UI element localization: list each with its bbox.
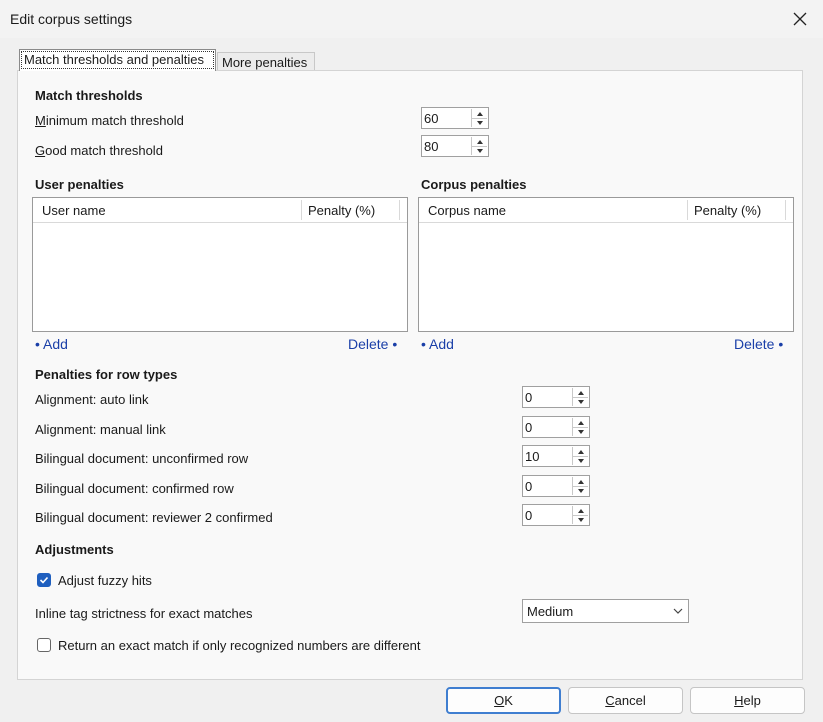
list-header: Corpus name Penalty (%) <box>419 198 793 223</box>
corpus-penalties-heading: Corpus penalties <box>421 177 527 192</box>
cancel-button[interactable]: Cancel <box>568 687 683 714</box>
tab-more-penalties[interactable]: More penalties <box>217 52 315 71</box>
close-button[interactable] <box>789 8 811 30</box>
adjustments-heading: Adjustments <box>35 542 114 557</box>
spin-down-button[interactable] <box>573 486 588 495</box>
user-add-link[interactable]: • Add <box>35 336 68 352</box>
column-header-corpus-name[interactable]: Corpus name <box>428 203 506 218</box>
match-thresholds-heading: Match thresholds <box>35 88 143 103</box>
minimum-threshold-spinner[interactable]: 60 <box>421 107 489 129</box>
exact-numbers-checkbox[interactable] <box>37 638 51 652</box>
corpus-penalties-list[interactable]: Corpus name Penalty (%) <box>418 197 794 332</box>
tab-match-thresholds[interactable]: Match thresholds and penalties <box>19 49 216 71</box>
spin-down-button[interactable] <box>472 146 487 155</box>
user-penalties-heading: User penalties <box>35 177 124 192</box>
exact-numbers-label: Return an exact match if only recognized… <box>58 638 421 653</box>
minimum-threshold-value: 60 <box>424 111 439 126</box>
good-threshold-label: Good match threshold <box>35 143 163 158</box>
user-delete-link[interactable]: Delete • <box>348 336 397 352</box>
reviewer2-confirmed-spinner[interactable]: 0 <box>522 504 590 526</box>
adjust-fuzzy-checkbox[interactable] <box>37 573 51 587</box>
confirmed-row-spinner[interactable]: 0 <box>522 475 590 497</box>
row-type-label: Bilingual document: unconfirmed row <box>35 451 249 466</box>
manual-link-spinner[interactable]: 0 <box>522 416 590 438</box>
adjust-fuzzy-label: Adjust fuzzy hits <box>58 573 152 588</box>
row-type-label: Bilingual document: reviewer 2 confirmed <box>35 510 273 525</box>
unconfirmed-row-spinner[interactable]: 10 <box>522 445 590 467</box>
good-threshold-value: 80 <box>424 139 439 154</box>
row-type-label: Alignment: auto link <box>35 392 149 407</box>
corpus-delete-link[interactable]: Delete • <box>734 336 783 352</box>
window-title: Edit corpus settings <box>10 11 133 27</box>
spin-down-button[interactable] <box>573 456 588 465</box>
auto-link-spinner[interactable]: 0 <box>522 386 590 408</box>
ok-button[interactable]: OK <box>446 687 561 714</box>
list-header: User name Penalty (%) <box>33 198 407 223</box>
minimum-threshold-label: Minimum match threshold <box>35 113 184 128</box>
row-type-label: Bilingual document: confirmed row <box>35 481 234 496</box>
column-header-penalty[interactable]: Penalty (%) <box>308 203 375 218</box>
chevron-down-icon <box>673 608 683 614</box>
user-penalties-list[interactable]: User name Penalty (%) <box>32 197 408 332</box>
column-header-user-name[interactable]: User name <box>42 203 106 218</box>
inline-tag-value: Medium <box>527 604 574 619</box>
row-types-heading: Penalties for row types <box>35 367 178 382</box>
inline-tag-label: Inline tag strictness for exact matches <box>35 606 253 621</box>
column-header-penalty[interactable]: Penalty (%) <box>694 203 761 218</box>
good-threshold-spinner[interactable]: 80 <box>421 135 489 157</box>
help-button[interactable]: Help <box>690 687 805 714</box>
corpus-add-link[interactable]: • Add <box>421 336 454 352</box>
check-icon <box>39 576 49 584</box>
spin-down-button[interactable] <box>573 427 588 436</box>
spin-down-button[interactable] <box>573 397 588 406</box>
spin-down-button[interactable] <box>472 118 487 127</box>
inline-tag-select[interactable]: Medium <box>522 599 689 623</box>
spin-down-button[interactable] <box>573 515 588 524</box>
row-type-label: Alignment: manual link <box>35 422 166 437</box>
close-icon <box>793 12 807 26</box>
